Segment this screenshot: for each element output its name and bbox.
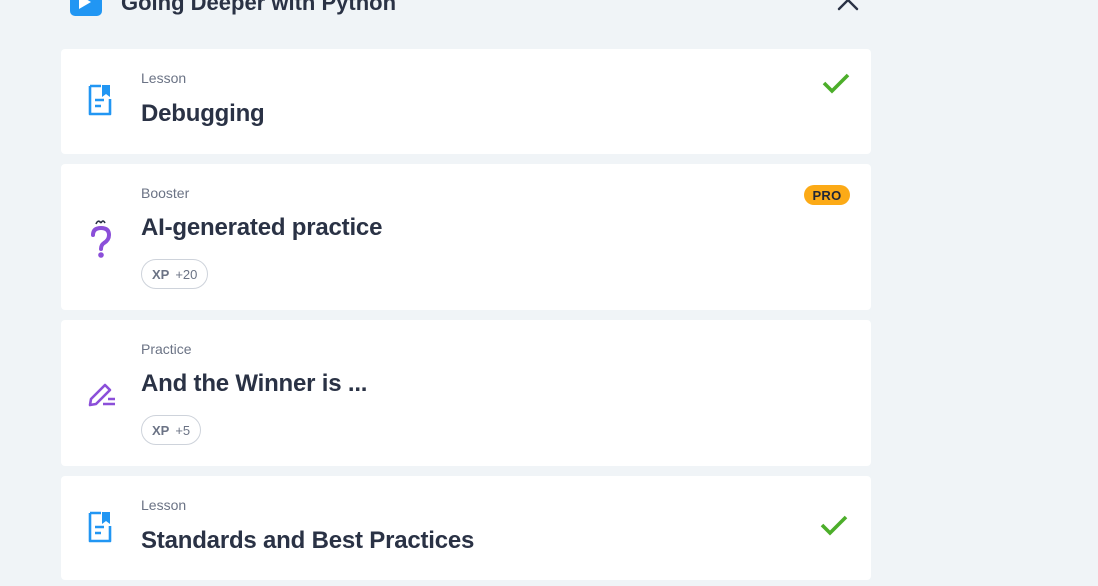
item-type-label: Lesson — [141, 70, 187, 86]
list-item-debugging[interactable]: Lesson Debugging — [61, 49, 871, 154]
item-title: And the Winner is ... — [141, 370, 368, 397]
check-icon — [821, 71, 851, 100]
list-item-winner[interactable]: Practice And the Winner is ... XP +5 — [61, 320, 871, 466]
question-mark-icon — [88, 218, 114, 263]
check-icon — [819, 513, 849, 542]
module-header: Going Deeper with Python — [70, 0, 870, 18]
pro-badge: PRO — [804, 185, 850, 205]
item-type-label: Lesson — [141, 497, 187, 513]
xp-badge: XP +5 — [141, 415, 202, 445]
xp-badge: XP +20 — [141, 259, 209, 289]
item-title: Debugging — [141, 100, 265, 127]
play-icon[interactable] — [70, 0, 102, 16]
xp-label: XP — [152, 422, 170, 438]
item-type-label: Practice — [141, 341, 192, 357]
item-title: AI-generated practice — [141, 214, 383, 241]
pencil-icon — [87, 378, 117, 413]
xp-value: +5 — [175, 422, 191, 438]
list-item-ai-practice[interactable]: Booster AI-generated practice XP +20 PRO — [61, 164, 871, 310]
lesson-document-icon — [87, 510, 113, 549]
xp-label: XP — [152, 266, 170, 282]
close-icon[interactable] — [836, 0, 860, 17]
lesson-document-icon — [87, 83, 113, 122]
item-type-label: Booster — [141, 185, 190, 201]
item-title: Standards and Best Practices — [141, 527, 475, 554]
list-item-standards[interactable]: Lesson Standards and Best Practices — [61, 476, 871, 580]
xp-value: +20 — [175, 266, 198, 282]
module-title: Going Deeper with Python — [121, 0, 397, 15]
